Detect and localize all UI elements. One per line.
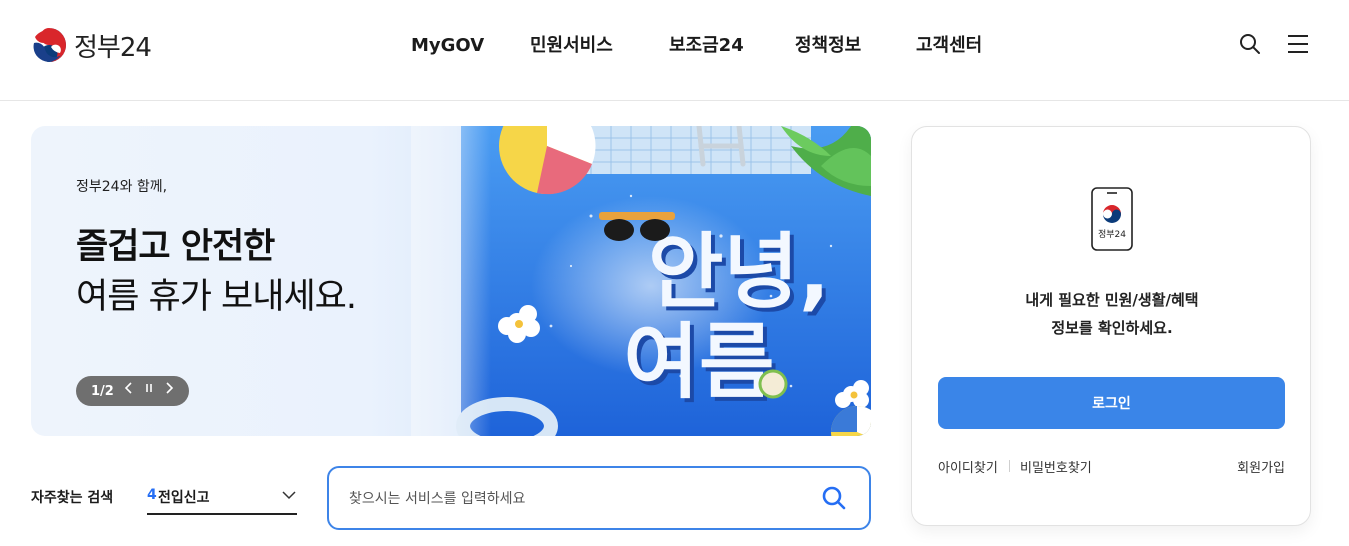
taegeuk-logo-icon — [32, 28, 66, 62]
logo[interactable]: 정부24 — [31, 26, 152, 64]
main-navigation: MyGOV 민원서비스 보조금24 정책정보 고객센터 — [411, 32, 996, 60]
banner-title-line2: 여름 휴가 보내세요. — [76, 277, 357, 317]
nav-civil-service[interactable]: 민원서비스 — [530, 32, 669, 60]
nav-policy-info[interactable]: 정책정보 — [795, 32, 916, 60]
nav-subsidy24[interactable]: 보조금24 — [669, 32, 795, 60]
login-button[interactable]: 로그인 — [938, 377, 1285, 429]
favorite-keyword: 전입신고 — [158, 490, 210, 506]
search-input[interactable] — [349, 487, 799, 511]
site-header: 정부24 MyGOV 민원서비스 보조금24 정책정보 고객센터 — [0, 0, 1349, 101]
login-card: 정부24 내게 필요한 민원/생활/혜택 정보를 확인하세요. 로그인 아이디찾… — [911, 126, 1311, 526]
hamburger-menu-icon[interactable] — [1286, 32, 1310, 56]
logo-text: 정부24 — [74, 32, 152, 63]
search-icon — [822, 486, 846, 510]
search-box — [327, 466, 871, 530]
find-id-link[interactable]: 아이디찾기 — [938, 457, 998, 476]
banner-title-line1: 즐겁고 안전한 — [76, 227, 275, 267]
chevron-down-icon — [282, 491, 296, 500]
nav-customer-center[interactable]: 고객센터 — [916, 32, 996, 60]
banner-pager-control: 1/2 — [76, 376, 189, 406]
svg-text:안녕,: 안녕, — [648, 225, 830, 320]
banner-subtitle: 정부24와 함께, — [76, 179, 168, 195]
chevron-left-icon[interactable] — [124, 376, 134, 406]
favorite-search-label: 자주찾는 검색 — [31, 490, 114, 506]
chevron-right-icon[interactable] — [164, 376, 174, 406]
main-banner[interactable]: 안녕, 안녕, 여름 여름 정부24와 함께, 즐겁고 안전한 여름 휴가 보내… — [31, 126, 871, 436]
favorite-search-select[interactable]: 4 전입신고 — [147, 481, 297, 515]
svg-text:여름: 여름 — [624, 315, 775, 410]
nav-mygov[interactable]: MyGOV — [411, 32, 530, 60]
login-message-line2: 정보를 확인하세요. — [1051, 319, 1173, 337]
search-icon[interactable] — [1238, 32, 1262, 56]
banner-pager-count: 1/2 — [91, 383, 114, 399]
favorite-rank: 4 — [147, 487, 157, 503]
signup-link[interactable]: 회원가입 — [1237, 457, 1285, 476]
svg-text:정부24: 정부24 — [1098, 229, 1126, 240]
header-utilities — [1238, 32, 1310, 56]
login-message-line1: 내게 필요한 민원/생활/혜택 — [1025, 291, 1199, 309]
pause-icon[interactable] — [144, 376, 154, 406]
login-links: 아이디찾기 비밀번호찾기 회원가입 — [938, 457, 1285, 477]
mobile-app-icon: 정부24 — [1091, 187, 1133, 251]
link-divider — [1009, 460, 1010, 472]
search-button[interactable] — [821, 485, 847, 511]
find-password-link[interactable]: 비밀번호찾기 — [1020, 457, 1092, 476]
